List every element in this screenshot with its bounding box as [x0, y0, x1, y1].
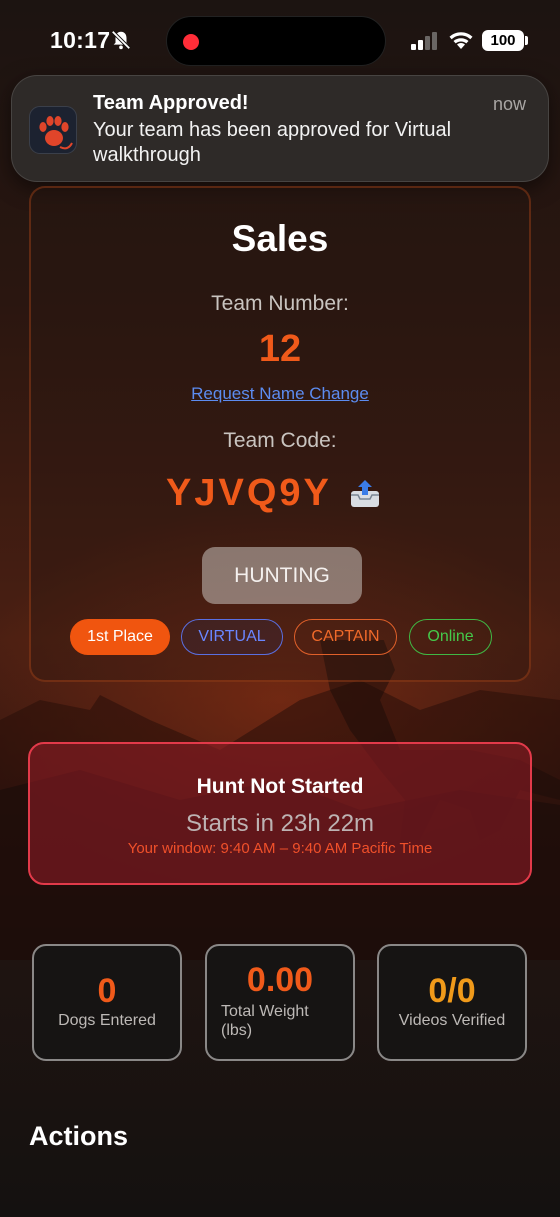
paw-icon [39, 116, 73, 150]
notification-title: Team Approved! [93, 92, 249, 114]
stat-value: 0.00 [246, 961, 314, 999]
stat-label: Total Weight (lbs) [221, 1003, 309, 1039]
hunt-status-title: Hunt Not Started [196, 775, 364, 798]
share-icon[interactable] [349, 477, 381, 509]
team-number: 12 [258, 328, 302, 370]
online-badge: Online [409, 619, 492, 655]
stat-value: 0 [97, 972, 117, 1010]
dogs-entered-stat: 0 Dogs Entered [32, 944, 182, 1061]
status-bar: 10:17 100 [0, 0, 560, 80]
stat-label: Videos Verified [398, 1012, 506, 1029]
battery-indicator: 100 [482, 30, 524, 51]
status-time: 10:17 [50, 27, 111, 53]
wifi-icon [449, 32, 473, 49]
recording-indicator-icon [183, 34, 199, 50]
actions-heading: Actions [29, 1121, 129, 1151]
notification-banner[interactable]: Team Approved! now Your team has been ap… [11, 75, 549, 182]
captain-badge: CAPTAIN [294, 619, 397, 655]
team-name: Sales [231, 218, 329, 259]
team-code: YJVQ9Y [166, 472, 332, 514]
signal-icon [411, 32, 437, 50]
team-card: Sales Team Number: 12 Request Name Chang… [29, 186, 531, 682]
battery-tip [525, 36, 528, 45]
app-icon [29, 106, 77, 154]
stat-value: 0/0 [428, 972, 476, 1010]
request-name-change-link[interactable]: Request Name Change [31, 384, 529, 404]
total-weight-stat: 0.00 Total Weight (lbs) [205, 944, 355, 1061]
hunt-countdown: Starts in 23h 22m [185, 810, 375, 837]
hunt-status-button[interactable]: HUNTING [202, 547, 362, 604]
virtual-badge: VIRTUAL [181, 619, 283, 655]
place-badge: 1st Place [70, 619, 170, 655]
notification-body: Your team has been approved for Virtual … [93, 119, 452, 166]
hunt-window: Your window: 9:40 AM – 9:40 AM Pacific T… [127, 840, 433, 857]
hunt-status-card: Hunt Not Started Starts in 23h 22m Your … [28, 742, 532, 885]
bell-off-icon [111, 30, 131, 50]
team-number-label: Team Number: [211, 292, 349, 315]
videos-verified-stat: 0/0 Videos Verified [377, 944, 527, 1061]
notification-time: now [492, 94, 526, 114]
stat-label: Dogs Entered [58, 1012, 156, 1029]
team-code-label: Team Code: [223, 429, 337, 452]
dynamic-island [166, 16, 386, 66]
